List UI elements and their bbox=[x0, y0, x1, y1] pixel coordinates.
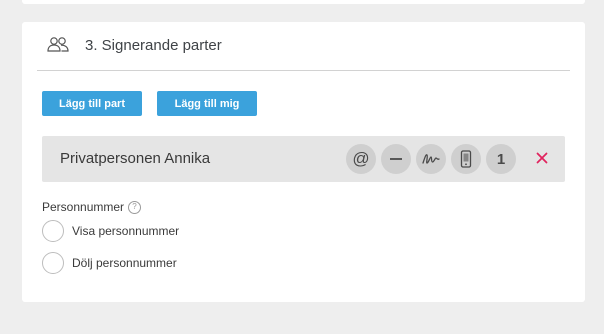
hide-personal-number-label: Dölj personnummer bbox=[72, 256, 177, 270]
email-delivery-button[interactable]: @ bbox=[346, 144, 376, 174]
signing-parties-card: 3. Signerande parter Lägg till part Lägg… bbox=[22, 22, 585, 302]
add-party-button[interactable]: Lägg till part bbox=[42, 91, 142, 116]
close-icon bbox=[536, 152, 548, 164]
signing-order-number: 1 bbox=[496, 150, 506, 168]
minus-icon bbox=[390, 158, 402, 160]
party-name: Privatpersonen Annika bbox=[60, 150, 211, 167]
personal-number-label: Personnummer ? bbox=[42, 200, 142, 214]
at-icon: @ bbox=[352, 149, 370, 168]
people-icon bbox=[47, 37, 69, 52]
hide-personal-number-radio[interactable] bbox=[42, 252, 64, 274]
section-title: 3. Signerande parter bbox=[85, 37, 222, 54]
hide-personal-number-option[interactable]: Dölj personnummer bbox=[42, 251, 177, 275]
remove-party-button[interactable] bbox=[531, 147, 553, 169]
signature-icon bbox=[422, 154, 440, 164]
show-personal-number-option[interactable]: Visa personnummer bbox=[42, 219, 179, 243]
party-row: Privatpersonen Annika @ 1 bbox=[42, 136, 565, 182]
add-me-button[interactable]: Lägg till mig bbox=[157, 91, 257, 116]
previous-section-card bbox=[22, 0, 585, 4]
section-divider bbox=[37, 70, 570, 71]
mobile-phone-icon bbox=[460, 150, 472, 168]
signing-order-button[interactable]: 1 bbox=[486, 144, 516, 174]
section-header[interactable]: 3. Signerande parter bbox=[22, 22, 585, 70]
signature-method-button[interactable] bbox=[416, 144, 446, 174]
mobile-delivery-button[interactable] bbox=[451, 144, 481, 174]
no-delivery-button[interactable] bbox=[381, 144, 411, 174]
help-icon[interactable]: ? bbox=[128, 200, 142, 214]
show-personal-number-label: Visa personnummer bbox=[72, 224, 180, 238]
show-personal-number-radio[interactable] bbox=[42, 220, 64, 242]
personal-number-label-text: Personnummer bbox=[42, 200, 125, 214]
